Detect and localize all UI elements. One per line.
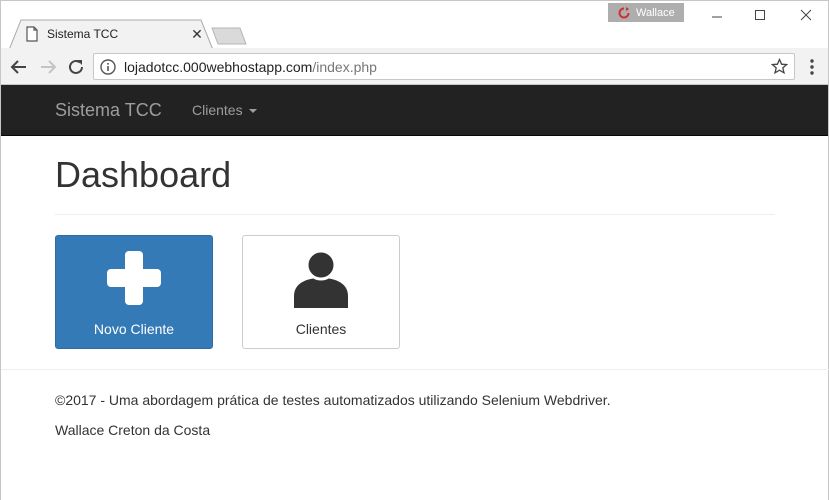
close-icon xyxy=(800,9,812,21)
arrow-right-icon xyxy=(41,60,57,74)
user-icon xyxy=(294,249,348,308)
maximize-button[interactable] xyxy=(745,5,775,25)
reload-icon xyxy=(69,59,83,74)
page-title: Dashboard xyxy=(55,154,232,195)
caret-down-icon xyxy=(248,109,257,113)
reload-button[interactable] xyxy=(65,56,87,78)
close-window-button[interactable] xyxy=(791,5,821,25)
browser-menu-icon[interactable] xyxy=(805,58,819,76)
clientes-button[interactable]: Clientes xyxy=(242,235,400,349)
novo-cliente-button[interactable]: Novo Cliente xyxy=(55,235,213,349)
footer-divider xyxy=(1,369,829,370)
clientes-dropdown[interactable]: Clientes xyxy=(192,102,257,118)
forward-button[interactable] xyxy=(37,56,59,78)
url-host: lojadotcc.000webhostapp.com xyxy=(124,58,313,75)
clientes-label: Clientes xyxy=(295,321,347,337)
bookmark-star-icon[interactable] xyxy=(771,58,788,75)
tab-close-icon[interactable]: ✕ xyxy=(189,26,205,43)
arrow-left-icon xyxy=(10,60,26,74)
novo-cliente-label: Novo Cliente xyxy=(93,321,175,337)
browser-toolbar: lojadotcc.000webhostapp.com/index.php xyxy=(0,48,829,85)
back-button[interactable] xyxy=(8,56,30,78)
title-divider xyxy=(55,214,775,215)
new-tab-button[interactable] xyxy=(211,27,247,45)
footer-copyright: ©2017 - Uma abordagem prática de testes … xyxy=(55,392,611,408)
profile-name: Wallace xyxy=(636,6,675,19)
browser-tab[interactable]: Sistema TCC ✕ xyxy=(25,21,205,47)
info-icon[interactable] xyxy=(100,58,116,75)
site-navbar: Sistema TCC Clientes xyxy=(1,85,829,136)
address-bar[interactable]: lojadotcc.000webhostapp.com/index.php xyxy=(93,53,795,80)
browser-titlebar: Sistema TCC ✕ Wallace xyxy=(0,0,829,50)
sync-error-icon xyxy=(618,6,630,18)
page-icon xyxy=(26,26,38,42)
clientes-dropdown-label: Clientes xyxy=(192,102,243,118)
minimize-icon xyxy=(712,16,722,18)
maximize-icon xyxy=(755,10,765,20)
minimize-button[interactable] xyxy=(702,5,732,25)
plus-icon xyxy=(107,251,161,305)
tab-title: Sistema TCC xyxy=(47,27,119,41)
window-border-left xyxy=(0,85,1,500)
navbar-brand[interactable]: Sistema TCC xyxy=(55,100,162,121)
profile-button[interactable]: Wallace xyxy=(608,3,684,22)
footer-author: Wallace Creton da Costa xyxy=(55,422,211,438)
url-path: /index.php xyxy=(312,58,377,75)
